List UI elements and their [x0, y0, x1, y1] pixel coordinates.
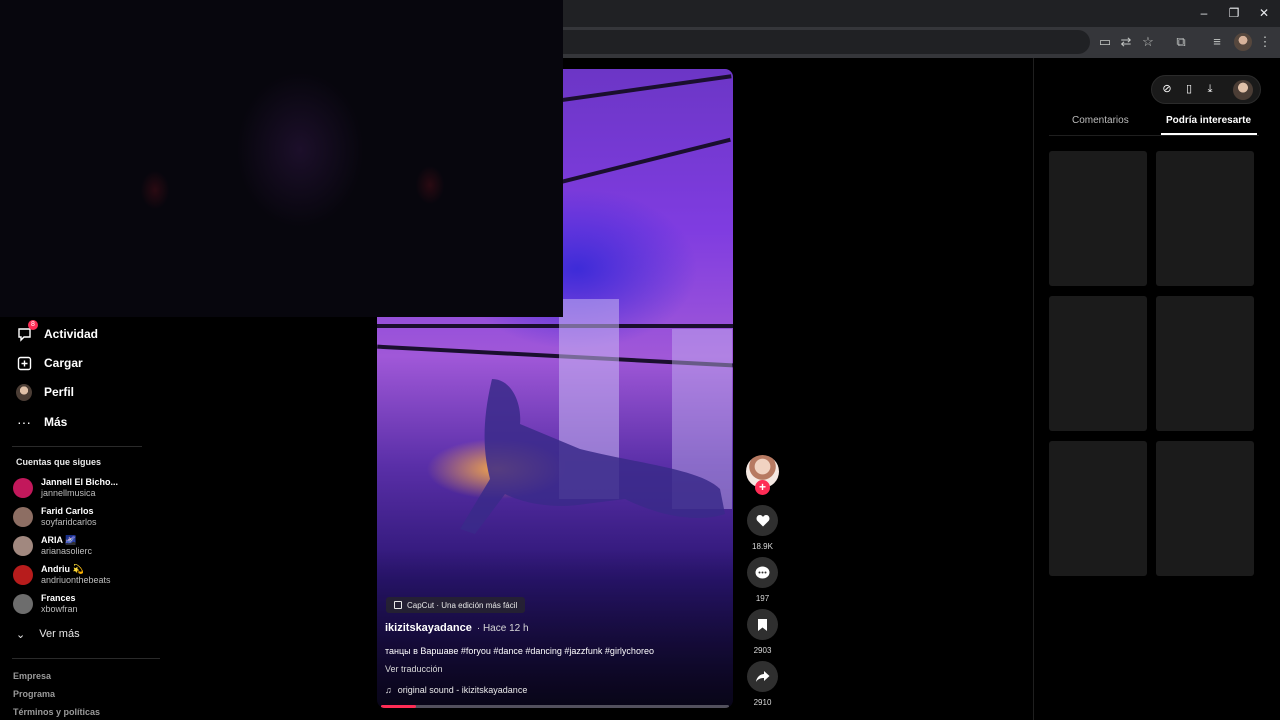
- save-button[interactable]: [747, 609, 778, 640]
- browser-menu-icon[interactable]: ⋮: [1256, 33, 1274, 51]
- recommended-video-card[interactable]: [1049, 441, 1147, 576]
- following-name: ARIA 🌌: [41, 535, 77, 545]
- sidebar-item-label: Actividad: [44, 327, 99, 341]
- following-item[interactable]: Jannell El Bicho... jannellmusica: [13, 475, 153, 501]
- truss-beam: [559, 137, 731, 185]
- user-avatar[interactable]: [1233, 80, 1253, 100]
- profile-avatar: [16, 383, 32, 401]
- following-name: Jannell El Bicho...: [41, 477, 119, 487]
- following-name: Farid Carlos: [41, 506, 94, 516]
- like-count: 18.9K: [752, 542, 773, 551]
- sidebar-item-label: Más: [44, 415, 68, 429]
- recommended-video-card[interactable]: [1156, 151, 1254, 286]
- avatar: [13, 536, 33, 556]
- footer-link-programa[interactable]: Programa: [13, 689, 55, 699]
- recommended-video-card[interactable]: [1156, 296, 1254, 431]
- share-button[interactable]: [747, 661, 778, 692]
- sidebar-divider: [12, 658, 160, 659]
- tab-comentarios[interactable]: Comentarios: [1072, 115, 1129, 126]
- see-more-label: Ver más: [39, 628, 80, 640]
- avatar: [13, 478, 33, 498]
- close-window-button[interactable]: ✕: [1256, 5, 1272, 21]
- see-translation-link[interactable]: Ver traducción: [385, 664, 443, 674]
- cast-icon[interactable]: ▭: [1096, 33, 1114, 51]
- chevron-down-icon: ⌄: [16, 628, 26, 641]
- video-progress-fill: [381, 705, 416, 708]
- dancer-silhouette: [460, 379, 725, 534]
- following-handle: arianasolierc: [41, 546, 93, 556]
- following-name: Frances: [41, 593, 76, 603]
- browser-profile-avatar[interactable]: [1234, 33, 1252, 51]
- sidebar-item-perfil[interactable]: Perfil: [16, 380, 74, 404]
- following-section-title: Cuentas que sigues: [16, 457, 102, 467]
- download-icon[interactable]: ⤓: [1202, 81, 1218, 97]
- avatar: [13, 565, 33, 585]
- see-more-button[interactable]: ⌄ Ver más: [16, 626, 80, 642]
- video-progress-bar[interactable]: [381, 705, 729, 708]
- capcut-link[interactable]: CapCut · Una edición más fácil: [386, 597, 526, 613]
- activity-icon: 8: [16, 320, 38, 342]
- comment-button[interactable]: [747, 557, 778, 588]
- like-button[interactable]: [747, 505, 778, 536]
- video-time: · Hace 12 h: [476, 623, 529, 634]
- video-author[interactable]: ikizitskayadance: [385, 622, 472, 634]
- music-note-icon: ♫: [385, 685, 392, 695]
- mobile-icon[interactable]: ▯: [1181, 81, 1197, 97]
- recommended-video-card[interactable]: [1049, 296, 1147, 431]
- sidebar-item-mas[interactable]: ··· Más: [16, 410, 67, 434]
- truss-beam: [377, 324, 733, 328]
- minimize-button[interactable]: –: [1196, 5, 1212, 21]
- address-bar[interactable]: [520, 30, 1090, 54]
- video-caption: танцы в Варшаве #foryou #dance #dancing …: [385, 646, 654, 656]
- following-handle: andriuonthebeats: [41, 575, 111, 585]
- following-handle: xbowfran: [41, 604, 78, 614]
- following-item[interactable]: Frances xbowfran: [13, 591, 153, 617]
- sound-label: original sound - ikizitskayadance: [397, 685, 528, 695]
- sound-link[interactable]: ♫ original sound - ikizitskayadance: [385, 685, 527, 695]
- comment-count: 197: [755, 594, 770, 603]
- sidebar-item-label: Perfil: [44, 385, 75, 399]
- sidebar-item-label: Cargar: [44, 356, 83, 370]
- webcam-overlay: [0, 0, 563, 317]
- comment-icon: [755, 566, 770, 578]
- sidebar-divider: [12, 446, 142, 447]
- heart-icon: [756, 515, 769, 527]
- extensions-icon[interactable]: ⧉: [1172, 33, 1190, 51]
- following-item[interactable]: Farid Carlos soyfaridcarlos: [13, 504, 153, 530]
- share-count: 2910: [753, 698, 772, 707]
- tab-podria-interesarte[interactable]: Podría interesarte: [1166, 115, 1251, 126]
- sidebar-item-actividad[interactable]: 8 Actividad: [16, 320, 99, 346]
- capcut-icon: [394, 601, 402, 609]
- active-tab-indicator: [1161, 133, 1257, 135]
- recommended-video-card[interactable]: [1156, 441, 1254, 576]
- translate-icon[interactable]: ⇄: [1117, 33, 1135, 51]
- capcut-label: CapCut · Una edición más fácil: [407, 600, 518, 610]
- tabs-baseline: [1049, 135, 1259, 136]
- recommended-video-card[interactable]: [1049, 151, 1147, 286]
- save-count: 2903: [753, 646, 772, 655]
- bookmark-icon: [758, 618, 767, 631]
- sidebar-item-cargar[interactable]: Cargar: [16, 351, 83, 375]
- follow-creator-button[interactable]: +: [755, 480, 770, 495]
- following-item[interactable]: ARIA 🌌 arianasolierc: [13, 533, 153, 559]
- following-item[interactable]: Andriu 💫 andriuonthebeats: [13, 562, 153, 588]
- avatar: [13, 507, 33, 527]
- panel-divider: [1033, 58, 1034, 720]
- more-icon: ···: [17, 414, 31, 430]
- restore-button[interactable]: ❐: [1226, 5, 1242, 21]
- following-handle: soyfaridcarlos: [41, 517, 97, 527]
- bookmark-star-icon[interactable]: ☆: [1139, 33, 1157, 51]
- footer-link-terminos[interactable]: Términos y políticas: [13, 707, 100, 717]
- share-icon: [756, 671, 770, 682]
- footer-link-empresa[interactable]: Empresa: [13, 671, 51, 681]
- media-control-icon[interactable]: ≡: [1208, 33, 1226, 51]
- following-name: Andriu 💫: [41, 564, 84, 574]
- upload-icon: [16, 355, 32, 371]
- notification-badge: 8: [28, 320, 38, 330]
- avatar: [13, 594, 33, 614]
- compass-icon[interactable]: ⊘: [1159, 81, 1175, 97]
- following-handle: jannellmusica: [41, 488, 96, 498]
